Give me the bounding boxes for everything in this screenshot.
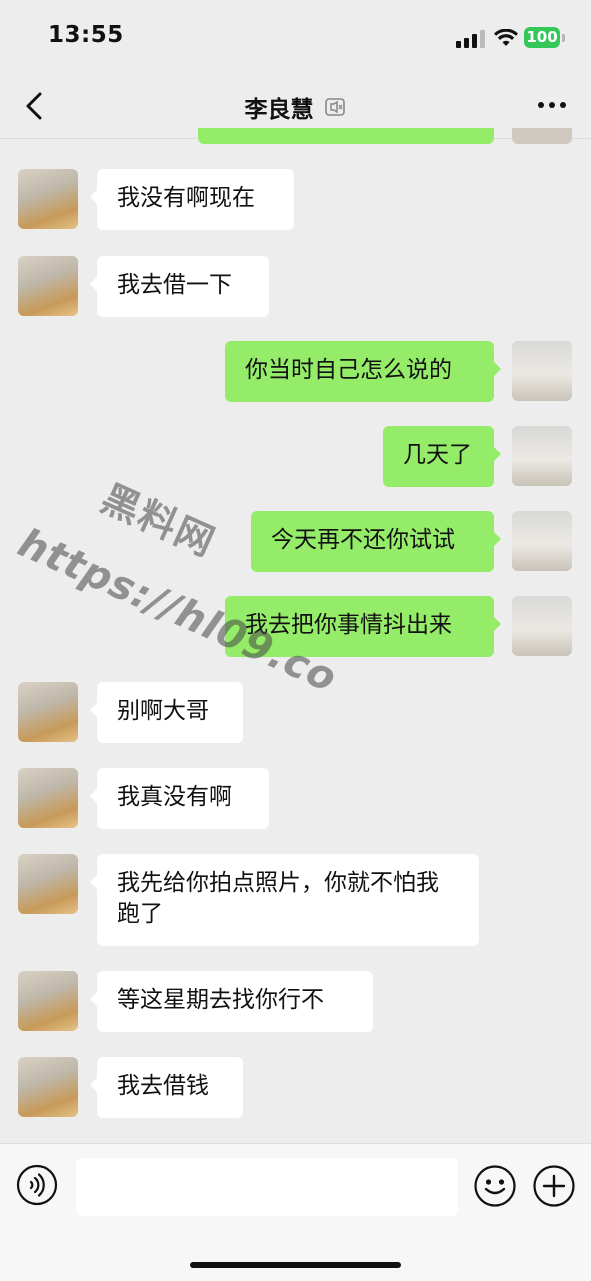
battery-tip (562, 34, 565, 42)
avatar[interactable] (18, 256, 78, 316)
partial-avatar (512, 128, 572, 144)
avatar[interactable] (512, 341, 572, 401)
voice-icon[interactable] (16, 1164, 58, 1206)
message-bubble[interactable]: 我先给你拍点照片，你就不怕我跑了 (90, 854, 479, 946)
avatar[interactable] (512, 511, 572, 571)
message-bubble[interactable]: 别啊大哥 (90, 682, 243, 743)
wifi-icon (494, 29, 518, 46)
avatar[interactable] (512, 426, 572, 486)
battery-indicator: 100 (524, 27, 560, 48)
message-bubble[interactable]: 等这星期去找你行不 (90, 971, 373, 1032)
message-bubble[interactable]: 你当时自己怎么说的 (225, 341, 501, 402)
avatar[interactable] (18, 169, 78, 229)
avatar[interactable] (18, 971, 78, 1031)
status-bar: 13:55 100 (0, 0, 591, 76)
message-bubble[interactable]: 几天了 (383, 426, 501, 487)
status-time: 13:55 (48, 22, 124, 48)
emoji-icon[interactable] (473, 1164, 517, 1208)
avatar[interactable] (18, 768, 78, 828)
avatar[interactable] (18, 682, 78, 742)
avatar[interactable] (18, 854, 78, 914)
message-bubble[interactable]: 我去借一下 (90, 256, 269, 317)
home-indicator (190, 1262, 401, 1268)
message-bubble[interactable]: 我去借钱 (90, 1057, 243, 1118)
partial-outgoing-bubble (198, 128, 494, 144)
message-bubble[interactable]: 我没有啊现在 (90, 169, 294, 230)
message-bubble[interactable]: 今天再不还你试试 (251, 511, 501, 572)
cellular-signal-icon (456, 30, 485, 48)
watermark-title: 黑料网 (94, 476, 223, 566)
input-bar (0, 1143, 591, 1281)
chat-title: 李良慧 (244, 97, 314, 123)
message-input[interactable] (76, 1158, 458, 1216)
plus-icon[interactable] (532, 1164, 576, 1208)
more-dots-icon[interactable] (536, 100, 568, 110)
mute-icon (324, 98, 345, 116)
title-area: 李良慧 (0, 90, 591, 124)
message-bubble[interactable]: 我真没有啊 (90, 768, 269, 829)
avatar[interactable] (512, 596, 572, 656)
avatar[interactable] (18, 1057, 78, 1117)
